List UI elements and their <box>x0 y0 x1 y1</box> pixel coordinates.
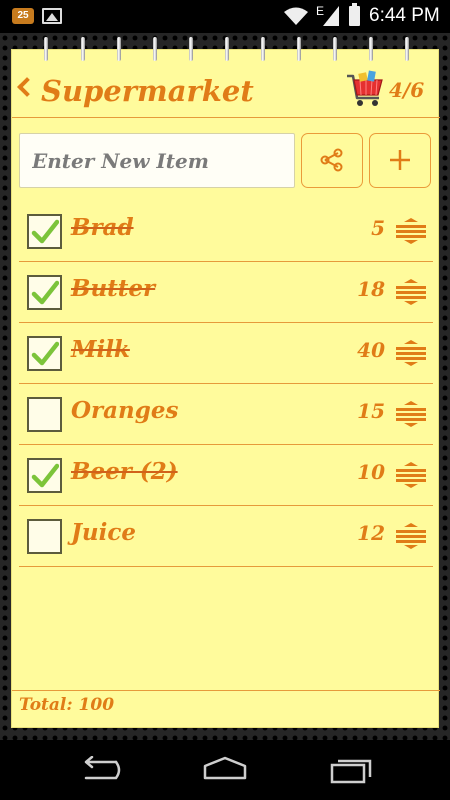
drag-handle-icon[interactable] <box>395 339 427 367</box>
back-button-icon[interactable] <box>76 756 122 784</box>
item-checkbox[interactable] <box>27 275 62 310</box>
status-bar: 25 E 6:44 PM <box>0 0 450 33</box>
item-checkbox[interactable] <box>27 214 62 249</box>
footer-divider <box>12 690 440 691</box>
notification-badge-icon: 25 <box>12 8 34 24</box>
ring <box>333 37 337 61</box>
share-icon <box>320 148 343 172</box>
ring <box>369 37 373 61</box>
total-label: Total: 100 <box>19 695 115 715</box>
shopping-cart-icon[interactable] <box>345 70 385 110</box>
drag-handle-icon[interactable] <box>395 217 427 245</box>
wifi-icon <box>284 7 308 25</box>
item-checkbox[interactable] <box>27 519 62 554</box>
ring <box>153 37 157 61</box>
item-name: Juice <box>71 519 136 546</box>
share-button[interactable] <box>301 133 363 188</box>
item-checkbox[interactable] <box>27 458 62 493</box>
item-name: Oranges <box>71 397 179 424</box>
add-item-button[interactable] <box>369 133 431 188</box>
clock: 6:44 PM <box>369 5 440 26</box>
signal-icon <box>323 6 339 26</box>
ring <box>297 37 301 61</box>
item-quantity: 40 <box>357 338 385 362</box>
item-name: Beer (2) <box>71 458 178 485</box>
drag-handle-icon[interactable] <box>395 461 427 489</box>
item-quantity: 5 <box>371 216 385 240</box>
ring <box>81 37 85 61</box>
list-item[interactable]: Oranges 15 <box>19 384 433 445</box>
checkmark-icon <box>31 280 59 305</box>
item-name: Brad <box>71 214 134 241</box>
ring <box>405 37 409 61</box>
ring <box>44 37 48 61</box>
checked-count: 4/6 <box>389 78 425 102</box>
drag-handle-icon[interactable] <box>395 400 427 428</box>
shopping-list: Brad 5 Butter 18 Milk 40 Oranges 15 Beer… <box>19 201 433 567</box>
item-checkbox[interactable] <box>27 336 62 371</box>
notepad: Supermarket 4/6 Enter New Item Brad 5 Bu… <box>11 37 440 728</box>
item-name: Butter <box>71 275 156 302</box>
drag-handle-icon[interactable] <box>395 278 427 306</box>
item-quantity: 18 <box>357 277 385 301</box>
plus-icon <box>390 150 410 170</box>
list-item[interactable]: Butter 18 <box>19 262 433 323</box>
list-item[interactable]: Juice 12 <box>19 506 433 567</box>
navigation-bar <box>0 740 450 800</box>
ring <box>261 37 265 61</box>
checkmark-icon <box>31 463 59 488</box>
item-checkbox[interactable] <box>27 397 62 432</box>
image-icon <box>42 8 62 24</box>
recent-apps-button-icon[interactable] <box>328 756 374 784</box>
ring <box>189 37 193 61</box>
drag-handle-icon[interactable] <box>395 522 427 550</box>
back-chevron-icon[interactable] <box>17 77 37 97</box>
item-quantity: 12 <box>357 521 385 545</box>
ring <box>225 37 229 61</box>
page-title: Supermarket <box>41 74 254 108</box>
list-item[interactable]: Beer (2) 10 <box>19 445 433 506</box>
header: Supermarket 4/6 <box>12 68 440 118</box>
list-item[interactable]: Milk 40 <box>19 323 433 384</box>
item-quantity: 15 <box>357 399 385 423</box>
spiral-rings <box>12 37 440 63</box>
new-item-input[interactable] <box>19 133 295 188</box>
list-item[interactable]: Brad 5 <box>19 201 433 262</box>
checkmark-icon <box>31 341 59 366</box>
item-name: Milk <box>71 336 130 363</box>
battery-icon <box>349 3 360 26</box>
ring <box>117 37 121 61</box>
checkmark-icon <box>31 219 59 244</box>
home-button-icon[interactable] <box>202 756 248 784</box>
item-quantity: 10 <box>357 460 385 484</box>
